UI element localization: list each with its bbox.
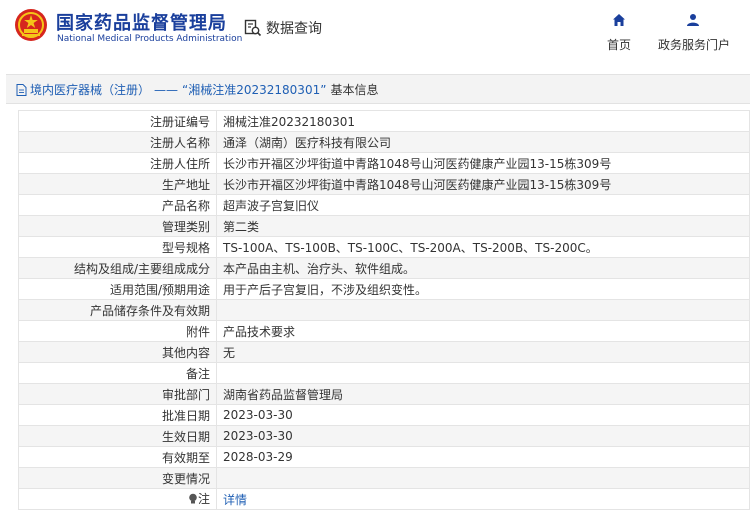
field-value: 湘械注准20232180301 (216, 110, 750, 132)
user-icon (687, 14, 699, 26)
field-value: 用于产后子宫复旧，不涉及组织变性。 (216, 278, 750, 300)
table-row: 注册人名称 通泽（湖南）医疗科技有限公司 (18, 131, 750, 153)
nav-home[interactable]: 首页 (584, 12, 654, 53)
field-value: 详情 (216, 488, 750, 510)
site-header: 国家药品监督管理局 National Medical Products Admi… (0, 0, 750, 62)
brand-subtitle: National Medical Products Administration (57, 34, 243, 44)
data-query-label: 数据查询 (266, 21, 322, 37)
table-row: 生产地址 长沙市开福区沙坪街道中青路1048号山河医药健康产业园13-15栋309… (18, 173, 750, 195)
nav-home-label: 首页 (606, 38, 631, 52)
field-value: 超声波子宫复旧仪 (216, 194, 750, 216)
table-row: 审批部门 湖南省药品监督管理局 (18, 383, 750, 405)
table-row: 管理类别 第二类 (18, 215, 750, 237)
field-label: 审批部门 (18, 383, 217, 405)
brand-title: 国家药品监督管理局 (56, 13, 227, 34)
breadcrumb-title: “湘械注准20232180301” (182, 83, 327, 97)
field-label: 适用范围/预期用途 (18, 278, 217, 300)
breadcrumb-suffix: 基本信息 (330, 83, 379, 97)
table-row: 备注 (18, 362, 750, 384)
search-document-icon (244, 19, 262, 37)
table-row: 变更情况 (18, 467, 750, 489)
field-label: 结构及组成/主要组成成分 (18, 257, 217, 279)
field-value: 产品技术要求 (216, 320, 750, 342)
field-label: 附件 (18, 320, 217, 342)
table-row-note: 注详情 (18, 488, 750, 510)
field-label: 其他内容 (18, 341, 217, 363)
breadcrumb-separator: —— (154, 82, 179, 97)
field-value: 长沙市开福区沙坪街道中青路1048号山河医药健康产业园13-15栋309号 (216, 152, 750, 174)
field-value: 本产品由主机、治疗头、软件组成。 (216, 257, 750, 279)
nav-service-portal-label: 政务服务门户 (658, 38, 731, 52)
table-row: 生效日期 2023-03-30 (18, 425, 750, 447)
field-label: 生效日期 (18, 425, 217, 447)
field-value (216, 467, 750, 489)
lightbulb-icon (189, 493, 197, 504)
info-table: 注册证编号 湘械注准20232180301 注册人名称 通泽（湖南）医疗科技有限公司注… (18, 110, 750, 510)
field-value: 长沙市开福区沙坪街道中青路1048号山河医药健康产业园13-15栋309号 (216, 173, 750, 195)
table-row: 其他内容无 (18, 341, 750, 363)
detail-link[interactable]: 详情 (223, 493, 247, 507)
field-label: 变更情况 (18, 467, 217, 489)
nav-service-portal[interactable]: 政务服务门户 (658, 12, 731, 53)
note-label: 注 (197, 492, 210, 507)
field-value: 2028-03-29 (216, 446, 750, 468)
field-label: 注册人住所 (18, 152, 217, 174)
field-label: 批准日期 (18, 404, 217, 426)
table-row: 有效期至 2028-03-29 (18, 446, 750, 468)
field-value: 湖南省药品监督管理局 (216, 383, 750, 405)
field-value: 通泽（湖南）医疗科技有限公司 (216, 131, 750, 153)
breadcrumb: 境内医疗器械（注册） —— “湘械注准20232180301” 基本信息 (16, 81, 378, 98)
field-value: TS-100A、TS-100B、TS-100C、TS-200A、TS-200B、… (216, 236, 750, 258)
breadcrumb-bar: 境内医疗器械（注册） —— “湘械注准20232180301” 基本信息 (6, 74, 750, 104)
field-label: 产品名称 (18, 194, 217, 216)
field-value: 无 (216, 341, 750, 363)
table-row: 结构及组成/主要组成成分 本产品由主机、治疗头、软件组成。 (18, 257, 750, 279)
field-label: 注册证编号 (18, 110, 217, 132)
field-value: 第二类 (216, 215, 750, 237)
table-row: 注册证编号 湘械注准20232180301 (18, 110, 750, 132)
table-row: 附件 产品技术要求 (18, 320, 750, 342)
field-value (216, 362, 750, 384)
field-value: 2023-03-30 (216, 404, 750, 426)
data-query-link[interactable]: 数据查询 (244, 18, 322, 38)
table-row: 产品储存条件及有效期 (18, 299, 750, 321)
field-label: 管理类别 (18, 215, 217, 237)
document-icon (16, 83, 27, 96)
field-label: 有效期至 (18, 446, 217, 468)
breadcrumb-category-link[interactable]: 境内医疗器械（注册） (30, 81, 150, 98)
table-row: 型号规格 TS-100A、TS-100B、TS-100C、TS-200A、TS-2… (18, 236, 750, 258)
field-value: 2023-03-30 (216, 425, 750, 447)
field-label: 注册人名称 (18, 131, 217, 153)
field-label: 注 (18, 488, 217, 510)
field-label: 型号规格 (18, 236, 217, 258)
field-value (216, 299, 750, 321)
field-label: 备注 (18, 362, 217, 384)
home-icon (613, 14, 625, 26)
table-row: 注册人住所 长沙市开福区沙坪街道中青路1048号山河医药健康产业园13-15栋30… (18, 152, 750, 174)
national-emblem-icon (15, 9, 47, 41)
table-row: 产品名称 超声波子宫复旧仪 (18, 194, 750, 216)
table-row: 批准日期 2023-03-30 (18, 404, 750, 426)
field-label: 产品储存条件及有效期 (18, 299, 217, 321)
field-label: 生产地址 (18, 173, 217, 195)
table-row: 适用范围/预期用途 用于产后子宫复旧，不涉及组织变性。 (18, 278, 750, 300)
